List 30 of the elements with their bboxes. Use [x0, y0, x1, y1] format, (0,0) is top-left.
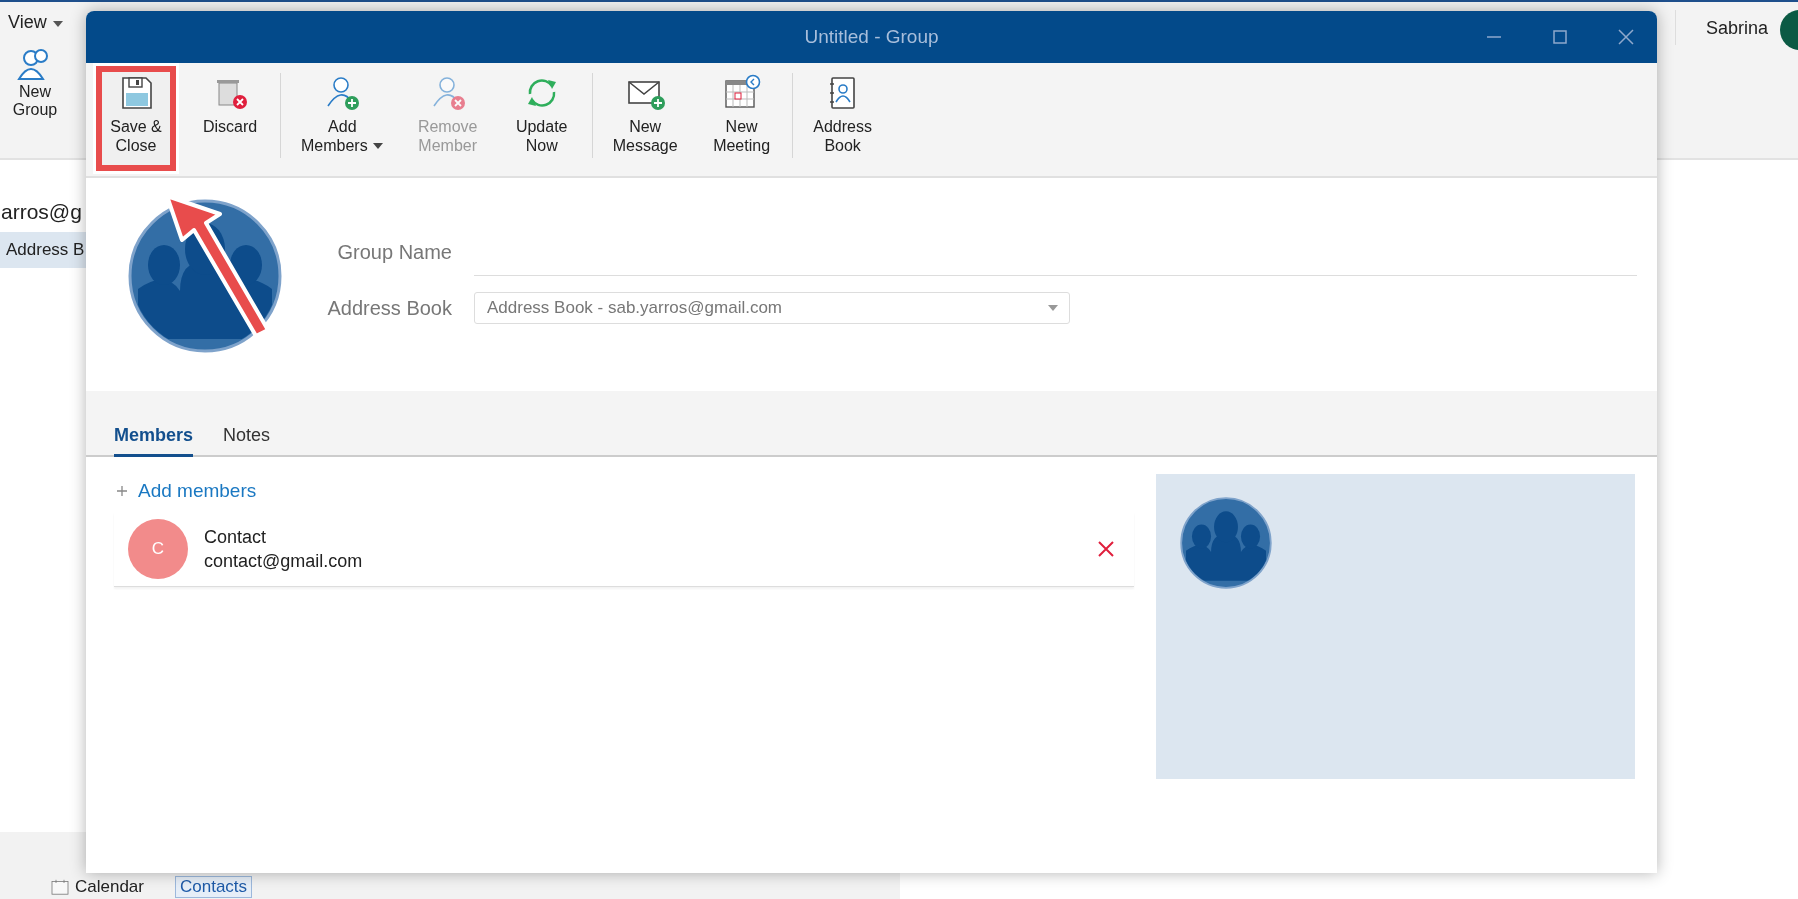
- account-name: Sabrina: [1705, 18, 1768, 39]
- save-button[interactable]: Save & Close: [96, 66, 176, 171]
- remove-icon[interactable]: [1096, 539, 1116, 559]
- calendar-icon: [51, 879, 69, 895]
- view-menu[interactable]: View: [4, 2, 68, 43]
- caret-icon: [51, 20, 64, 28]
- member-row[interactable]: C Contact contact@gmail.com: [114, 512, 1134, 587]
- meeting-button[interactable]: New Meeting: [701, 66, 782, 171]
- window-title: Untitled - Group: [804, 26, 939, 48]
- member-name: Contact: [204, 526, 268, 549]
- member-avatar: C: [128, 519, 188, 579]
- nav-tab[interactable]: Calendar: [46, 876, 149, 898]
- tab[interactable]: Notes: [223, 425, 271, 457]
- tab[interactable]: Members: [114, 425, 194, 457]
- discard-button[interactable]: Discard: [190, 66, 270, 171]
- account-email: arros@g: [1, 200, 83, 224]
- message-button[interactable]: New Message: [602, 66, 688, 171]
- address-book-button[interactable]: Address Book: [802, 66, 883, 171]
- new-group-button[interactable]: New Group: [4, 43, 66, 123]
- nav-tab[interactable]: Contacts: [175, 876, 253, 898]
- field-label: Address Book: [326, 296, 452, 320]
- add-members-link[interactable]: Add members: [138, 480, 257, 502]
- field-label: Group Name: [336, 241, 452, 264]
- member-email: contact@gmail.com: [204, 550, 364, 573]
- plus-icon: [116, 485, 128, 497]
- update-button[interactable]: Update Now: [501, 66, 582, 171]
- dropdown-caret-icon: [1047, 304, 1059, 312]
- add-member-button[interactable]: Add Members: [291, 66, 394, 171]
- address-book-dropdown[interactable]: Address Book - sab.yarros@gmail.com: [474, 292, 1070, 324]
- dropdown-caret-icon: [371, 141, 384, 150]
